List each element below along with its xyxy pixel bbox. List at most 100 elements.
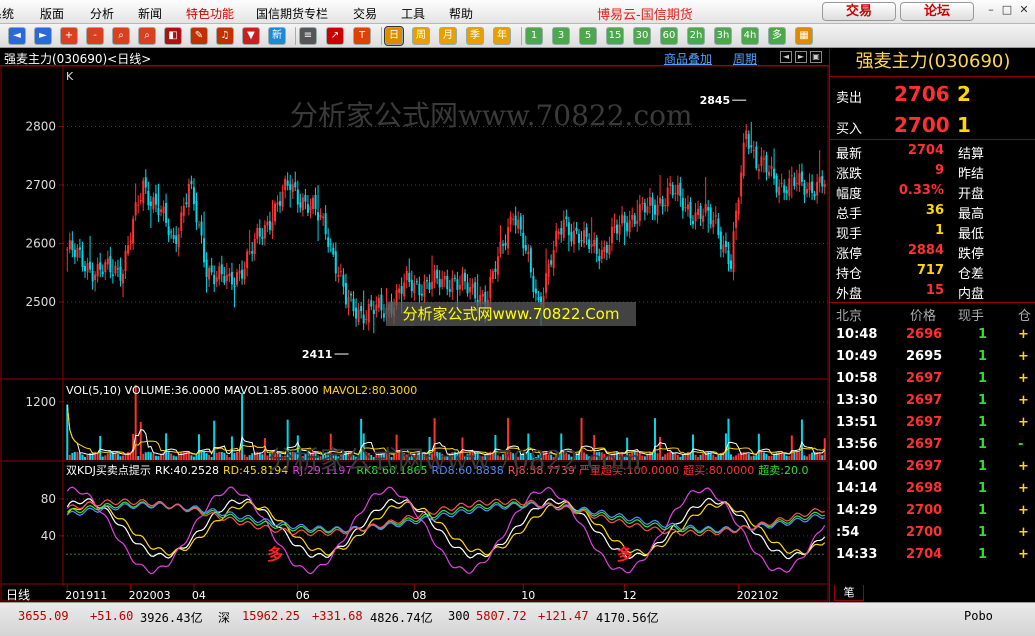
menu-item-1[interactable]: 版面 [40,5,64,22]
menu-item-5[interactable]: 国信期货专栏 [256,5,328,22]
candle-body [740,172,743,197]
candle-body [823,184,826,187]
year-icon[interactable]: 年 [493,27,511,45]
menu-item-7[interactable]: 工具 [401,5,425,22]
tick-row[interactable]: 14:00 2697 1 + [830,456,1035,478]
new-icon[interactable]: 新 [268,27,286,45]
tick-row[interactable]: 13:56 2697 1 - [830,434,1035,456]
candle-body [502,244,504,246]
volume-bar [778,451,781,460]
tick-row[interactable]: 10:49 2695 1 + [830,346,1035,368]
candle-body [646,206,649,213]
candle-body [137,204,140,206]
menu-item-2[interactable]: 分析 [90,5,114,22]
back-icon[interactable]: ◄ [8,27,26,45]
forum-button[interactable]: 论坛 [900,2,974,21]
candle-body [491,271,494,280]
price-tick-label: 2600 [25,236,56,250]
expand-icon[interactable]: ▣ [810,51,822,63]
candle-body [529,248,532,273]
menu-item-6[interactable]: 交易 [353,5,377,22]
chart-area[interactable]: 2500 2600 2700 2800 1200 40 80 K 2845 2411 VOL(5,1… [0,66,829,602]
filter-icon[interactable]: ▼ [242,27,260,45]
status-item-10: 4170.56亿 [596,611,659,625]
trend-icon[interactable]: ↗ [326,27,344,45]
menu-item-4[interactable]: 特色功能 [186,5,234,22]
tick-icon[interactable]: T [353,27,371,45]
day-icon[interactable]: 日 [384,26,404,46]
candle-body [504,242,507,246]
candle-body [337,275,340,277]
tick-price: 2697 [906,415,943,430]
candle-body [433,270,436,283]
tab-trades[interactable]: 笔 [834,585,864,601]
candle-body [567,222,570,236]
volume-bar [676,455,679,460]
candle-body [306,204,309,213]
min5-icon[interactable]: 5 [579,27,597,45]
candle-body [527,251,530,255]
min30-icon[interactable]: 30 [633,27,651,45]
season-icon[interactable]: 季 [466,27,484,45]
tick-direction: + [1018,481,1029,496]
hour4-icon[interactable]: 4h [741,27,759,45]
candle-body [266,221,269,226]
candle-body [375,304,378,311]
volume-bar [177,454,180,460]
tick-row[interactable]: 10:48 2696 1 + [830,324,1035,346]
tick-row[interactable]: :54 2700 1 + [830,522,1035,544]
min3-icon[interactable]: 3 [552,27,570,45]
trade-button[interactable]: 交易 [822,2,896,21]
candle-body [314,194,317,210]
scroll-right-icon[interactable]: ► [795,51,807,63]
hour3-icon[interactable]: 3h [714,27,732,45]
layout-icon[interactable]: ▦ [795,27,813,45]
month-icon[interactable]: 月 [439,27,457,45]
min1-icon[interactable]: 1 [525,27,543,45]
commodity-overlay-link[interactable]: 商品叠加 [664,50,712,67]
tick-row[interactable]: 14:33 2704 1 + [830,544,1035,566]
tick-row[interactable]: 13:51 2697 1 + [830,412,1035,434]
alarm-icon[interactable]: ♫ [216,27,234,45]
menu-item-8[interactable]: 帮助 [449,5,473,22]
candle-body [403,282,406,297]
candle-body [291,184,294,192]
tick-row[interactable]: 10:58 2697 1 + [830,368,1035,390]
candle-body [96,264,99,277]
zoom-in-icon[interactable]: + [60,27,78,45]
color-icon[interactable]: ◧ [164,27,182,45]
week-icon[interactable]: 周 [412,27,430,45]
multi-icon[interactable]: 多 [768,27,786,45]
menu-item-3[interactable]: 新闻 [138,5,162,22]
list-icon[interactable]: ≡ [299,27,317,45]
pen-icon[interactable]: ✎ [190,27,208,45]
min60-icon[interactable]: 60 [660,27,678,45]
tick-row[interactable]: 14:14 2698 1 + [830,478,1035,500]
candle-body [289,184,292,190]
tick-row[interactable]: 13:30 2697 1 + [830,390,1035,412]
candle-body [180,212,183,231]
candle-body [365,318,368,320]
close-icon[interactable]: ✕ [1017,3,1031,17]
volume-bar [800,419,803,460]
tick-price: 2696 [906,327,943,342]
candle-body [119,266,122,281]
ticks-header: 北京 价格 现手 仓 [830,304,1035,324]
candle-body [436,269,439,279]
scroll-left-icon[interactable]: ◄ [780,51,792,63]
maximize-icon[interactable]: □ [1000,3,1014,17]
zoom-out-icon[interactable]: - [86,27,104,45]
volume-bar [81,454,84,460]
search-icon[interactable]: ⌕ [112,27,130,45]
candle-body [350,293,352,296]
minimize-icon[interactable]: – [984,3,998,17]
forward-icon[interactable]: ► [34,27,52,45]
tick-row[interactable]: 14:29 2700 1 + [830,500,1035,522]
period-link[interactable]: 周期 [733,50,757,67]
min15-icon[interactable]: 15 [606,27,624,45]
volume-bar [737,453,740,460]
menu-item-0[interactable]: 系统 [0,5,14,22]
find-icon[interactable]: ⌕ [138,27,156,45]
candle-body [134,202,137,216]
hour2-icon[interactable]: 2h [687,27,705,45]
